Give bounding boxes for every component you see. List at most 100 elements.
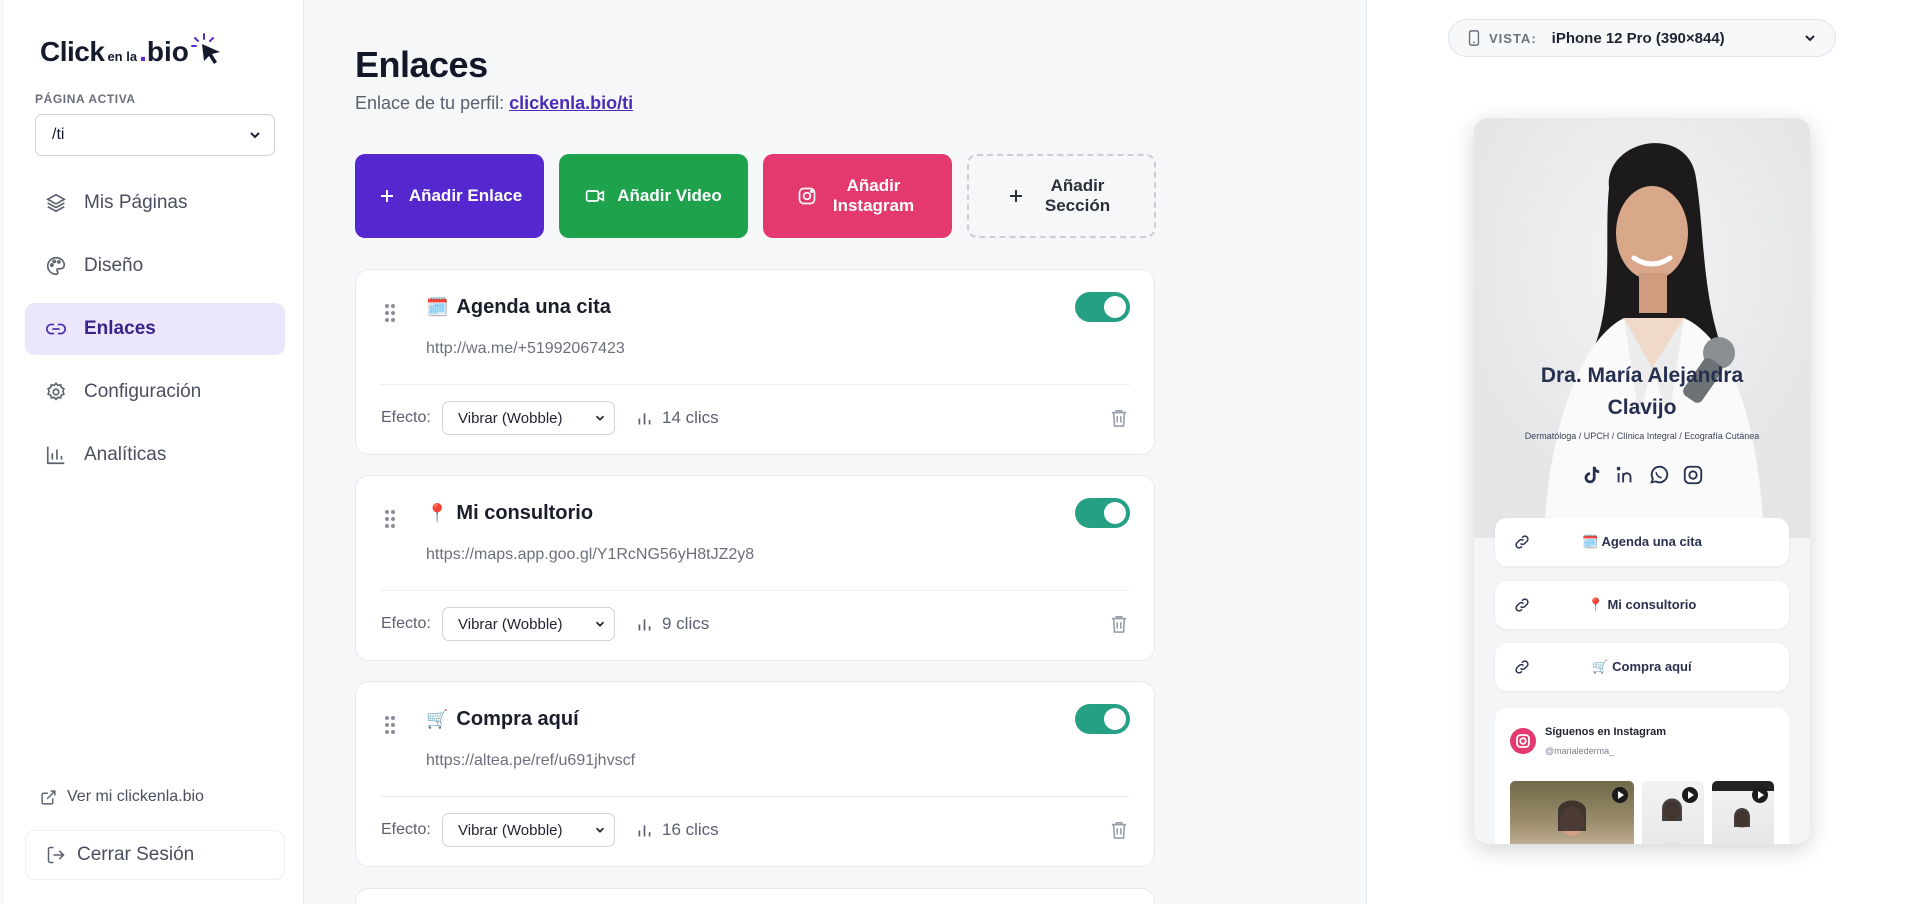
link-url[interactable]: https://maps.app.goo.gl/Y1RcNG56yH8tJZ2y… bbox=[426, 546, 754, 564]
add-instagram-label: Añadir Instagram bbox=[832, 176, 915, 215]
sidebar-item-label: Configuración bbox=[84, 381, 202, 402]
link-icon bbox=[1515, 598, 1529, 612]
link-enabled-toggle[interactable] bbox=[1075, 292, 1130, 322]
sidebar-item-diseno[interactable]: Diseño bbox=[25, 240, 285, 292]
chevron-down-icon bbox=[250, 132, 260, 139]
calendar-icon: 🗓️ bbox=[426, 297, 449, 317]
link-url[interactable]: https://altea.pe/ref/u691jhvscf bbox=[426, 752, 635, 770]
palette-icon bbox=[47, 256, 66, 276]
drag-handle-icon[interactable] bbox=[383, 714, 397, 736]
map-pin-icon: 📍 bbox=[426, 503, 449, 523]
sidebar-item-label: Enlaces bbox=[84, 318, 156, 339]
phone-preview: Dra. María Alejandra Clavijo Dermatóloga… bbox=[1474, 118, 1810, 844]
instagram-handle[interactable]: @marialederma_ bbox=[1545, 746, 1614, 756]
social-icons bbox=[1474, 464, 1810, 486]
link-card: 🛒 Compra aquí https://altea.pe/ref/u691jh… bbox=[355, 681, 1155, 867]
add-link-button[interactable]: Añadir Enlace bbox=[355, 154, 544, 238]
effect-label: Efecto: bbox=[381, 615, 431, 632]
effect-select[interactable]: Vibrar (Wobble) bbox=[442, 607, 615, 641]
instagram-icon[interactable] bbox=[1682, 464, 1704, 486]
effect-select[interactable]: Vibrar (Wobble) bbox=[442, 813, 615, 847]
link-card bbox=[355, 888, 1155, 904]
effect-value: Vibrar (Wobble) bbox=[458, 821, 563, 839]
logout-button[interactable]: Cerrar Sesión bbox=[25, 830, 285, 880]
sidebar-item-mis-paginas[interactable]: Mis Páginas bbox=[25, 177, 285, 229]
cursor-click-icon bbox=[190, 33, 220, 64]
instagram-video-thumbnail[interactable] bbox=[1642, 781, 1704, 844]
logout-label: Cerrar Sesión bbox=[77, 844, 195, 865]
profile-url-link[interactable]: clickenla.bio/ti bbox=[509, 93, 633, 113]
link-enabled-toggle[interactable] bbox=[1075, 704, 1130, 734]
link-icon bbox=[1515, 660, 1529, 674]
link-url[interactable]: http://wa.me/+51992067423 bbox=[426, 340, 625, 358]
link-card: 🗓️ Agenda una cita http://wa.me/+51992067… bbox=[355, 269, 1155, 455]
chevron-down-icon bbox=[595, 415, 605, 421]
trash-icon[interactable] bbox=[1110, 408, 1128, 428]
play-icon bbox=[1682, 787, 1698, 803]
link-title[interactable]: 📍 Mi consultorio bbox=[426, 502, 593, 525]
link-title-text: Mi consultorio bbox=[456, 502, 594, 524]
play-icon bbox=[1612, 787, 1628, 803]
sidebar-item-enlaces[interactable]: Enlaces bbox=[25, 303, 285, 355]
instagram-feed-card: Síguenos en Instagram @marialederma_ bbox=[1495, 708, 1789, 844]
instagram-title: Síguenos en Instagram bbox=[1545, 726, 1667, 738]
whatsapp-icon[interactable] bbox=[1648, 464, 1670, 486]
profile-name: Dra. María Alejandra Clavijo bbox=[1540, 364, 1744, 419]
instagram-video-thumbnail[interactable] bbox=[1712, 781, 1774, 844]
drag-handle-icon[interactable] bbox=[383, 302, 397, 324]
card-divider bbox=[380, 590, 1130, 591]
bar-chart-icon bbox=[638, 412, 651, 424]
device-value: iPhone 12 Pro (390×844) bbox=[1551, 29, 1725, 47]
sidebar: Click en la .bio PÁGINA ACTIVA /ti Mis P… bbox=[4, 0, 304, 904]
preview-panel: VISTA: iPhone 12 Pro (390×844) Dra. Marí… bbox=[1366, 0, 1919, 904]
device-select[interactable]: VISTA: iPhone 12 Pro (390×844) bbox=[1448, 19, 1836, 57]
gear-icon bbox=[47, 382, 65, 401]
preview-link-button[interactable]: 🗓️ Agenda una cita bbox=[1495, 518, 1789, 566]
effect-value: Vibrar (Wobble) bbox=[458, 615, 563, 633]
page-title: Enlaces bbox=[355, 44, 488, 85]
brand-logo[interactable]: Click en la .bio bbox=[40, 28, 224, 68]
add-actions: Añadir Enlace Añadir Video Añadir Instag… bbox=[355, 154, 1156, 238]
tiktok-icon[interactable] bbox=[1580, 464, 1602, 486]
link-title[interactable]: 🗓️ Agenda una cita bbox=[426, 296, 611, 319]
click-count-text: 9 clics bbox=[662, 614, 710, 633]
active-page-select[interactable]: /ti bbox=[35, 114, 275, 156]
bar-chart-icon bbox=[638, 824, 651, 836]
main-content: Enlaces Enlace de tu perfil: clickenla.b… bbox=[305, 0, 1670, 904]
chevron-down-icon bbox=[595, 827, 605, 833]
add-section-button[interactable]: Añadir Sección bbox=[967, 154, 1156, 238]
add-video-button[interactable]: Añadir Video bbox=[559, 154, 748, 238]
click-count-text: 14 clics bbox=[662, 408, 719, 427]
link-title[interactable]: 🛒 Compra aquí bbox=[426, 708, 579, 731]
preview-link-button[interactable]: 🛒 Compra aquí bbox=[1495, 643, 1789, 691]
bar-chart-icon bbox=[46, 446, 65, 465]
plus-icon bbox=[380, 190, 393, 202]
sidebar-item-analiticas[interactable]: Analíticas bbox=[25, 429, 285, 481]
card-divider bbox=[380, 384, 1130, 385]
view-my-page-link[interactable]: Ver mi clickenla.bio bbox=[40, 788, 204, 806]
instagram-video-thumbnail[interactable] bbox=[1510, 781, 1634, 844]
trash-icon[interactable] bbox=[1110, 820, 1128, 840]
sidebar-item-configuracion[interactable]: Configuración bbox=[25, 366, 285, 418]
bar-chart-icon bbox=[638, 618, 651, 630]
click-count: 14 clics bbox=[636, 408, 719, 428]
link-enabled-toggle[interactable] bbox=[1075, 498, 1130, 528]
plus-icon bbox=[1009, 190, 1022, 202]
linkedin-icon[interactable] bbox=[1614, 464, 1636, 486]
click-count: 16 clics bbox=[636, 820, 719, 840]
video-icon bbox=[586, 190, 605, 202]
view-label: VISTA: bbox=[1489, 30, 1537, 46]
add-section-label: Añadir Sección bbox=[1044, 176, 1111, 215]
profile-description: Dermatóloga / UPCH / Clínica Integral / … bbox=[1524, 431, 1760, 441]
instagram-icon bbox=[798, 187, 815, 205]
trash-icon[interactable] bbox=[1110, 614, 1128, 634]
preview-link-button[interactable]: 📍 Mi consultorio bbox=[1495, 581, 1789, 629]
sidebar-item-label: Mis Páginas bbox=[84, 192, 188, 213]
drag-handle-icon[interactable] bbox=[383, 508, 397, 530]
effect-select[interactable]: Vibrar (Wobble) bbox=[442, 401, 615, 435]
add-instagram-button[interactable]: Añadir Instagram bbox=[763, 154, 952, 238]
layers-icon bbox=[46, 193, 66, 213]
external-link-icon bbox=[41, 789, 56, 805]
card-divider bbox=[380, 796, 1130, 797]
logo-word-bio: .bio bbox=[139, 36, 189, 67]
